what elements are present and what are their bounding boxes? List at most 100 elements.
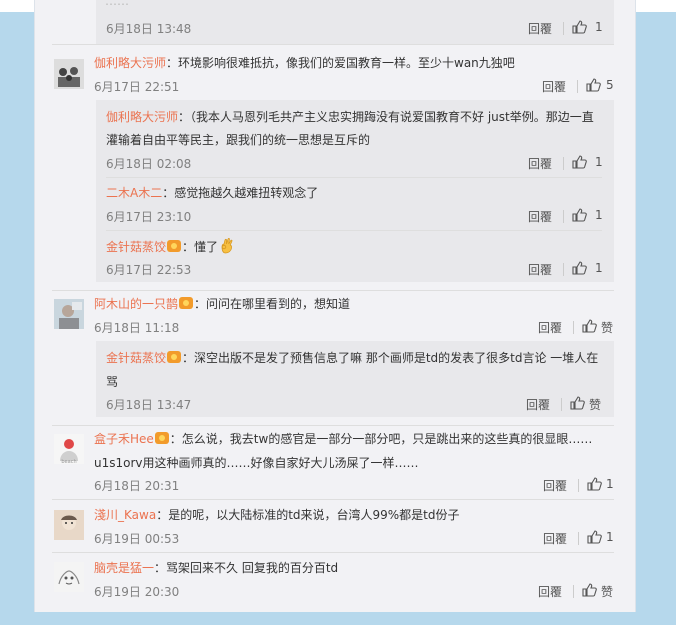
member-badge-icon (167, 240, 182, 252)
like-count: 1 (595, 155, 603, 169)
reply-line: 金针菇蒸饺 ：深空出版不是发了预售信息了嘛 那个画师是td的发表了很多td言论 一… (106, 349, 598, 367)
comment-time: 6月18日 20:31 (94, 479, 180, 493)
like-count: 5 (606, 78, 614, 92)
thumbs-up-icon[interactable] (571, 19, 587, 35)
reply-text: ：深空出版不是发了预售信息了嘛 那个画师是td的发表了很多td言论 一堆人在 (182, 351, 599, 365)
like-count: 1 (595, 261, 603, 275)
member-badge-icon (154, 432, 169, 444)
member-badge-icon (167, 351, 182, 363)
reply-button[interactable]: 回覆 (538, 583, 562, 600)
thumbs-up-icon[interactable] (581, 582, 597, 598)
reply-button[interactable]: 回覆 (528, 261, 552, 278)
reply-button[interactable]: 回覆 (528, 20, 552, 37)
separator (52, 552, 614, 553)
reply-button[interactable]: 回覆 (538, 319, 562, 336)
avatar[interactable] (54, 562, 84, 592)
separator (106, 177, 602, 178)
reply-time: 6月18日 13:47 (106, 398, 192, 412)
divider (563, 210, 564, 223)
reply-button[interactable]: 回覆 (543, 477, 567, 494)
thumbs-up-icon[interactable] (581, 318, 597, 334)
comment-time: 6月19日 20:30 (94, 585, 180, 599)
like-count: 1 (606, 477, 614, 491)
separator (106, 230, 602, 231)
separator (52, 499, 614, 500)
member-badge-icon (179, 297, 194, 309)
like-count: 赞 (601, 585, 614, 599)
comment-username[interactable]: 淺川_Kawa (94, 508, 156, 522)
comment-line: 阿木山的一只鹊 ：问问在哪里看到的，想知道 (94, 295, 350, 313)
divider (563, 22, 564, 35)
like-count: 1 (595, 208, 603, 222)
like-count: 赞 (589, 398, 602, 412)
truncated-reply-text: …… (105, 0, 129, 8)
comment-username[interactable]: 伽利略大污师 (94, 56, 166, 70)
comment-text: ：环境影响很难抵抗，像我们的爱国教育一样。至少十wan九独吧 (166, 56, 515, 70)
separator (52, 290, 614, 291)
reply-button[interactable]: 回覆 (543, 530, 567, 547)
comment-line-continued: u1s1orv用这种画师真的……好像自家好大儿汤屎了一样…… (94, 454, 419, 472)
thumbs-up-icon[interactable] (586, 529, 602, 545)
comment-line: 淺川_Kawa：是的呢，以大陆标准的td来说，台湾人99%都是td份子 (94, 506, 460, 524)
comment-line: 脑壳是猛一：骂架回来不久 回复我的百分百td (94, 559, 338, 577)
comment-time: 6月19日 00:53 (94, 532, 180, 546)
like-count: 赞 (601, 321, 614, 335)
reply-username[interactable]: 伽利略大污师 (106, 110, 178, 124)
divider (561, 398, 562, 411)
reply-username[interactable]: 金针菇蒸饺 (106, 351, 166, 365)
avatar[interactable] (54, 299, 84, 329)
thumbs-up-icon[interactable] (586, 476, 602, 492)
comment-line: 盒子禾Hee ：怎么说，我去tw的感官是一部分一部分吧，只是跳出来的这些真的很显眼… (94, 430, 592, 448)
divider (573, 321, 574, 334)
comment-text: ：是的呢，以大陆标准的td来说，台湾人99%都是td份子 (156, 508, 460, 522)
comment-text: ：怎么说，我去tw的感官是一部分一部分吧，只是跳出来的这些真的很显眼…… (169, 432, 593, 446)
comment-text: ：问问在哪里看到的，想知道 (194, 297, 351, 311)
reply-button[interactable]: 回覆 (526, 396, 550, 413)
like-count: 1 (595, 20, 603, 34)
comment-time: 6月17日 22:51 (94, 80, 180, 94)
divider (563, 157, 564, 170)
comment-line: 伽利略大污师：环境影响很难抵抗，像我们的爱国教育一样。至少十wan九独吧 (94, 54, 515, 72)
thumbs-up-icon[interactable] (585, 77, 601, 93)
reply-line-continued: 灌输着自由平等民主，跟我们的统一思想是互斥的 (106, 131, 370, 149)
thumbs-up-icon[interactable] (571, 154, 587, 170)
ok-hand-emoji-icon (221, 238, 233, 254)
divider (563, 263, 564, 276)
comment-username[interactable]: 脑壳是猛一 (94, 561, 154, 575)
reply-line: 金针菇蒸饺 ：懂了 (106, 237, 236, 256)
divider (578, 532, 579, 545)
thumbs-up-icon[interactable] (571, 207, 587, 223)
thumbs-up-icon[interactable] (569, 395, 585, 411)
reply-button[interactable]: 回覆 (542, 78, 566, 95)
separator (52, 425, 614, 426)
like-count: 1 (606, 530, 614, 544)
thumbs-up-icon[interactable] (571, 260, 587, 276)
avatar[interactable]: beach (54, 434, 84, 464)
reply-text: ：懂了 (182, 240, 219, 254)
comment-username[interactable]: 盒子禾Hee (94, 432, 154, 446)
separator (52, 44, 614, 45)
reply-username[interactable]: 二木A木二 (106, 186, 162, 200)
divider (577, 80, 578, 93)
reply-text: ：感觉拖越久越难扭转观念了 (162, 186, 319, 200)
comment-username[interactable]: 阿木山的一只鹊 (94, 297, 178, 311)
reply-username[interactable]: 金针菇蒸饺 (106, 240, 166, 254)
reply-text-continued: 骂 (106, 375, 119, 389)
reply-time: 6月18日 13:48 (106, 22, 192, 36)
divider (573, 585, 574, 598)
reply-line: 伽利略大污师：（我本人马恩列毛共产主义忠实拥踇没有说爱国教育不好 just举例。… (106, 108, 594, 126)
reply-line-continued: 骂 (106, 373, 118, 391)
reply-button[interactable]: 回覆 (528, 155, 552, 172)
divider (578, 479, 579, 492)
reply-button[interactable]: 回覆 (528, 208, 552, 225)
reply-line: 二木A木二：感觉拖越久越难扭转观念了 (106, 184, 318, 202)
avatar[interactable] (54, 510, 84, 540)
avatar[interactable] (54, 59, 84, 89)
reply-time: 6月17日 22:53 (106, 263, 192, 277)
comment-text-continued: u1s1orv用这种画师真的……好像自家好大儿汤屎了一样…… (94, 456, 419, 470)
comment-time: 6月18日 11:18 (94, 321, 180, 335)
reply-time: 6月18日 02:08 (106, 157, 192, 171)
svg-text:beach: beach (61, 459, 76, 464)
comment-text: ：骂架回来不久 回复我的百分百td (154, 561, 339, 575)
reply-text: ：（我本人马恩列毛共产主义忠实拥踇没有说爱国教育不好 just举例。那边一直 (178, 110, 594, 124)
